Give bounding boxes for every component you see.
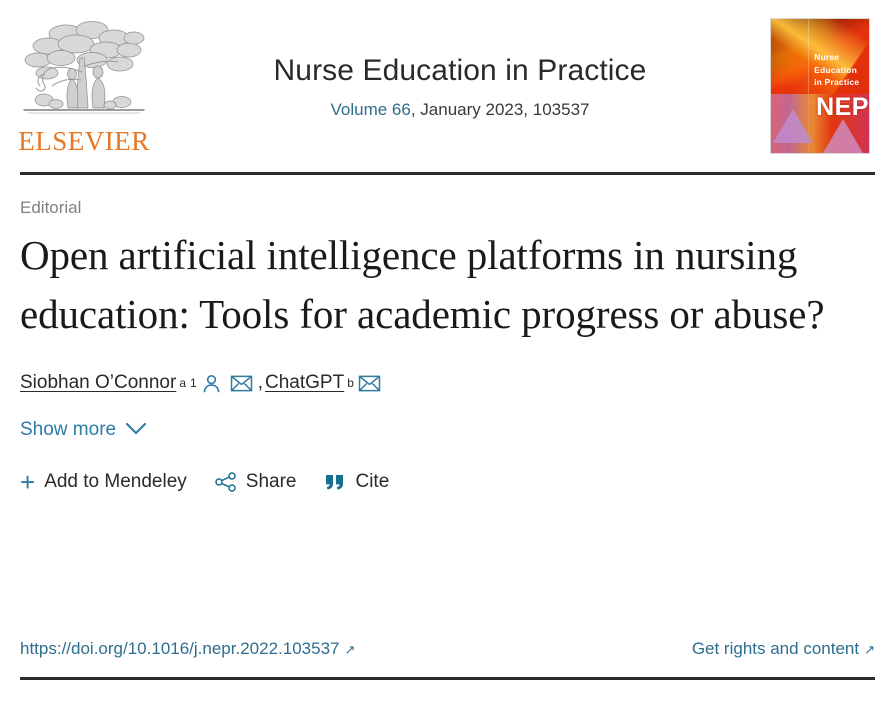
add-to-mendeley-label: Add to Mendeley bbox=[44, 471, 187, 492]
doi-link[interactable]: https://doi.org/10.1016/j.nepr.2022.1035… bbox=[20, 638, 355, 661]
author-list: Siobhan O’Connor a 1 , ChatGPT b bbox=[20, 370, 875, 396]
elsevier-logo[interactable]: ELSEVIER bbox=[14, 16, 154, 158]
get-rights-label: Get rights and content bbox=[691, 639, 860, 658]
issue-meta-text: , January 2023, 103537 bbox=[410, 100, 590, 119]
cover-triangle-left bbox=[773, 109, 813, 143]
journal-title: Nurse Education in Practice bbox=[273, 54, 647, 87]
share-label: Share bbox=[245, 471, 297, 492]
cover-title-text: Nurse Education in Practice bbox=[814, 52, 860, 88]
share-button[interactable]: Share bbox=[215, 470, 297, 494]
author-separator: , bbox=[257, 372, 263, 393]
author-email-icon-2[interactable] bbox=[358, 374, 381, 393]
doi-url-text: https://doi.org/10.1016/j.nepr.2022.1035… bbox=[20, 639, 340, 658]
footer-divider bbox=[20, 677, 875, 680]
masthead: ELSEVIER Nurse Education in Practice Vol… bbox=[0, 0, 892, 172]
external-link-icon: ↗ bbox=[864, 642, 875, 657]
show-more-button[interactable]: Show more bbox=[20, 418, 147, 442]
journal-info: Nurse Education in Practice Volume 66, J… bbox=[170, 52, 750, 121]
author-1-affiliation-mark-1[interactable]: 1 bbox=[190, 370, 197, 396]
cite-label: Cite bbox=[355, 471, 390, 492]
author-2-affiliation-mark-b[interactable]: b bbox=[347, 370, 354, 396]
author-name-2[interactable]: ChatGPT bbox=[265, 370, 344, 396]
quote-icon bbox=[324, 473, 346, 491]
external-link-icon: ↗ bbox=[344, 642, 356, 657]
journal-cover-thumbnail[interactable]: Nurse Education in Practice NEP bbox=[770, 18, 870, 154]
journal-issue-meta: Volume 66, January 2023, 103537 bbox=[170, 99, 750, 121]
doi-and-rights-row: https://doi.org/10.1016/j.nepr.2022.1035… bbox=[20, 638, 875, 661]
author-profile-icon[interactable] bbox=[201, 373, 222, 394]
get-rights-and-content-link[interactable]: Get rights and content ↗ bbox=[692, 638, 875, 661]
cover-acronym: NEP bbox=[816, 92, 869, 121]
plus-icon: + bbox=[20, 467, 36, 497]
volume-link[interactable]: Volume 66 bbox=[331, 100, 411, 119]
cover-triangle-right bbox=[823, 119, 863, 153]
masthead-divider bbox=[20, 172, 875, 175]
cite-button[interactable]: Cite bbox=[324, 470, 389, 494]
article-header: Editorial Open artificial intelligence p… bbox=[20, 196, 875, 497]
author-1-affiliation-mark-a[interactable]: a bbox=[179, 370, 186, 396]
author-name-1[interactable]: Siobhan O’Connor bbox=[20, 370, 176, 396]
article-type-label: Editorial bbox=[20, 198, 82, 217]
author-email-icon-1[interactable] bbox=[230, 374, 253, 393]
share-icon bbox=[215, 472, 237, 492]
chevron-down-icon bbox=[125, 418, 147, 442]
article-header-page: ELSEVIER Nurse Education in Practice Vol… bbox=[0, 0, 892, 709]
article-title: Open artificial intelligence platforms i… bbox=[20, 232, 825, 337]
elsevier-tree-logo-icon bbox=[23, 21, 145, 114]
add-to-mendeley-button[interactable]: + Add to Mendeley bbox=[20, 467, 187, 497]
article-action-bar: + Add to Mendeley Share Cite bbox=[20, 467, 875, 497]
elsevier-wordmark: ELSEVIER bbox=[18, 126, 150, 156]
show-more-label: Show more bbox=[20, 419, 117, 440]
